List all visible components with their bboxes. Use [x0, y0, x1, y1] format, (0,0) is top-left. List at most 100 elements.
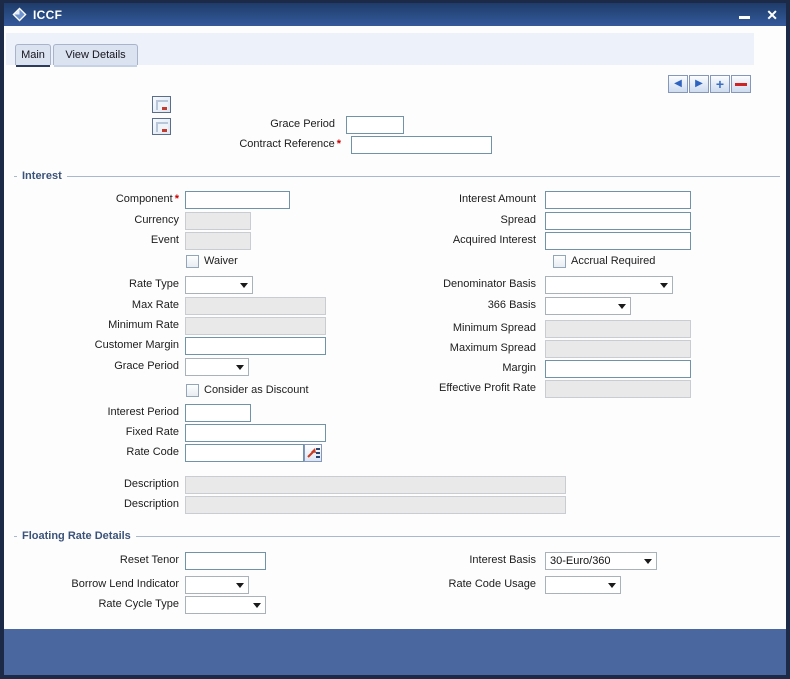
tab-view-details[interactable]: View Details: [53, 44, 138, 67]
interest-basis-label: Interest Basis: [469, 554, 536, 566]
consider-as-discount-checkbox[interactable]: [186, 384, 199, 397]
description1-label: Description: [123, 478, 179, 490]
margin-label: Margin: [502, 362, 536, 374]
field-action-icon-2[interactable]: [152, 118, 171, 135]
rate-cycle-type-select[interactable]: [185, 596, 266, 614]
accrual-required-label: Accrual Required: [571, 255, 656, 267]
minimize-icon[interactable]: [739, 16, 751, 19]
tab-main-underline: [16, 65, 50, 67]
maximum-spread-input: [545, 340, 691, 358]
event-label: Event: [150, 234, 179, 246]
interest-period-input[interactable]: [185, 404, 251, 422]
waiver-label: Waiver: [204, 255, 238, 267]
spread-label: Spread: [500, 214, 536, 226]
fixed-rate-label: Fixed Rate: [125, 426, 179, 438]
grace-period-top-input[interactable]: [346, 116, 404, 134]
description2-label: Description: [123, 498, 179, 510]
previous-record-button[interactable]: ◀: [668, 75, 688, 93]
366-basis-label: 366 Basis: [487, 299, 536, 311]
effective-profit-rate-label: Effective Profit Rate: [438, 382, 536, 394]
effective-profit-rate-input: [545, 380, 691, 398]
record-nav-toolbar: ◀ ▶ +: [668, 75, 751, 93]
denominator-basis-label: Denominator Basis: [443, 278, 536, 290]
close-icon[interactable]: ✕: [766, 8, 778, 22]
interest-section-title: Interest: [17, 170, 67, 183]
chevron-down-icon: [236, 582, 244, 588]
contract-reference-label: Contract Reference *: [239, 138, 341, 150]
rate-type-select[interactable]: [185, 276, 253, 294]
tab-view-details-underline: [54, 65, 137, 67]
366-basis-select[interactable]: [545, 297, 631, 315]
chevron-down-icon: [608, 582, 616, 588]
maximum-spread-label: Maximum Spread: [449, 342, 536, 354]
description2-input: [185, 496, 566, 514]
chevron-down-icon: [240, 282, 248, 288]
chevron-down-icon: [644, 558, 652, 564]
event-input: [185, 232, 251, 250]
interest-section-line: [14, 176, 780, 177]
spread-input[interactable]: [545, 212, 691, 230]
plus-icon: +: [715, 75, 725, 92]
max-rate-label: Max Rate: [131, 299, 179, 311]
minus-icon: [735, 82, 747, 86]
add-record-button[interactable]: +: [710, 75, 730, 93]
rate-code-usage-select[interactable]: [545, 576, 621, 594]
next-record-button[interactable]: ▶: [689, 75, 709, 93]
rate-cycle-type-label: Rate Cycle Type: [98, 598, 179, 610]
accrual-required-checkbox[interactable]: [553, 255, 566, 268]
previous-icon: ◀: [674, 78, 682, 89]
chevron-down-icon: [618, 303, 626, 309]
borrow-lend-indicator-label: Borrow Lend Indicator: [71, 578, 179, 590]
footer-bar: [4, 629, 786, 675]
window-title: ICCF: [33, 7, 63, 22]
chevron-down-icon: [236, 364, 244, 370]
grace-period-top-label: Grace Period: [270, 118, 335, 130]
margin-input[interactable]: [545, 360, 691, 378]
interest-basis-select[interactable]: 30-Euro/360: [545, 552, 657, 570]
chevron-down-icon: [660, 282, 668, 288]
grace-period-label: Grace Period: [114, 360, 179, 372]
tab-main[interactable]: Main: [15, 44, 51, 67]
rate-code-label: Rate Code: [126, 446, 179, 458]
currency-label: Currency: [134, 214, 179, 226]
reset-tenor-input[interactable]: [185, 552, 266, 570]
interest-period-label: Interest Period: [107, 406, 179, 418]
borrow-lend-indicator-select[interactable]: [185, 576, 249, 594]
next-icon: ▶: [695, 78, 703, 89]
currency-input: [185, 212, 251, 230]
acquired-interest-input[interactable]: [545, 232, 691, 250]
minimum-rate-label: Minimum Rate: [108, 319, 179, 331]
tab-strip: Main View Details: [6, 33, 754, 67]
title-bar: ICCF ✕: [4, 3, 786, 26]
rate-code-usage-label: Rate Code Usage: [448, 578, 536, 590]
minimum-spread-label: Minimum Spread: [452, 322, 536, 334]
app-diamond-icon: [12, 7, 27, 22]
component-input[interactable]: [185, 191, 290, 209]
grace-period-select[interactable]: [185, 358, 249, 376]
reset-tenor-label: Reset Tenor: [119, 554, 179, 566]
field-action-icon-1[interactable]: [152, 96, 171, 113]
interest-amount-input[interactable]: [545, 191, 691, 209]
customer-margin-input[interactable]: [185, 337, 326, 355]
minimum-rate-input: [185, 317, 326, 335]
rate-code-input[interactable]: [185, 444, 304, 462]
fixed-rate-input[interactable]: [185, 424, 326, 442]
lov-icon: [307, 448, 320, 458]
waiver-checkbox[interactable]: [186, 255, 199, 268]
denominator-basis-select[interactable]: [545, 276, 673, 294]
customer-margin-label: Customer Margin: [94, 339, 179, 351]
rate-type-label: Rate Type: [129, 278, 179, 290]
description1-input: [185, 476, 566, 494]
rate-code-lov-button[interactable]: [304, 444, 322, 462]
dialog-body: Main View Details ◀ ▶ + Grace Period Con…: [4, 26, 786, 629]
consider-as-discount-label: Consider as Discount: [204, 384, 309, 396]
delete-record-button[interactable]: [731, 75, 751, 93]
minimum-spread-input: [545, 320, 691, 338]
max-rate-input: [185, 297, 326, 315]
acquired-interest-label: Acquired Interest: [452, 234, 536, 246]
component-label: Component *: [115, 193, 179, 205]
interest-amount-label: Interest Amount: [458, 193, 536, 205]
iccf-dialog: ICCF ✕ Main View Details ◀ ▶ + Grace Per…: [0, 0, 790, 679]
contract-reference-input[interactable]: [351, 136, 492, 154]
chevron-down-icon: [253, 602, 261, 608]
